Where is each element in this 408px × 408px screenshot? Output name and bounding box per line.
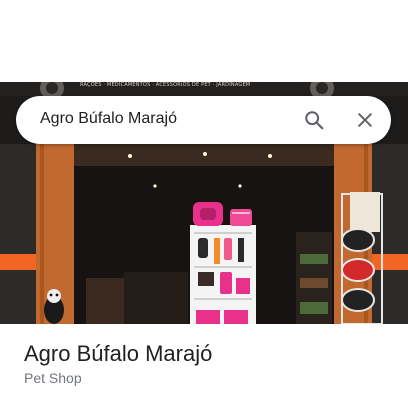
close-icon	[358, 113, 372, 127]
store-sign-text: RAÇÕES · MEDICAMENTOS · ACESSÓRIOS DE PE…	[80, 82, 251, 88]
place-category: Pet Shop	[24, 370, 82, 386]
search-icon	[305, 111, 324, 130]
clear-search-button[interactable]	[350, 105, 380, 135]
blank-top-area	[0, 0, 408, 82]
search-bar[interactable]: Agro Búfalo Marajó	[16, 96, 391, 144]
search-query-text[interactable]: Agro Búfalo Marajó	[40, 110, 177, 128]
place-title: Agro Búfalo Marajó	[24, 341, 213, 366]
search-button[interactable]	[299, 105, 329, 135]
place-info-panel[interactable]: Agro Búfalo Marajó Pet Shop	[0, 324, 408, 408]
